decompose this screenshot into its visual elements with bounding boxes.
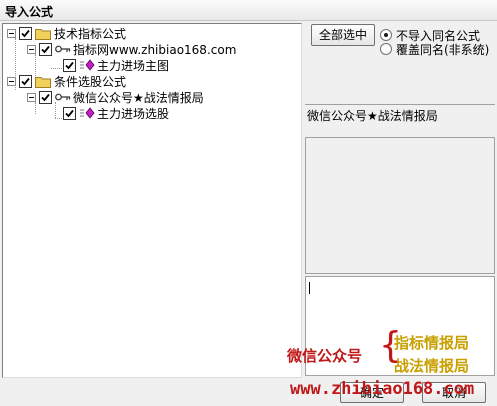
watermark-url: www.zhibiao168.com: [290, 379, 475, 399]
key-icon: [55, 45, 71, 53]
tree-node-screening-formula[interactable]: 主力进场选股: [63, 105, 169, 121]
overwrite-same-name-option[interactable]: 覆盖同名(非系统): [380, 42, 490, 57]
formula-tree[interactable]: 技术指标公式 指标网www.zhibiao168.com 主力进场主图 条件选股…: [2, 23, 302, 378]
collapse-toggle[interactable]: [27, 44, 36, 54]
node-checkbox[interactable]: [39, 90, 52, 104]
node-checkbox[interactable]: [19, 26, 32, 40]
title-bar: 导入公式: [0, 0, 497, 21]
watermark-wechat-label: 微信公众号: [287, 347, 363, 365]
text-caret: [309, 282, 310, 294]
node-label: 微信公众号★战法情报局: [73, 88, 204, 106]
formula-description-box: [305, 137, 495, 274]
folder-icon: [35, 76, 51, 88]
tree-node-wechat-account[interactable]: 微信公众号★战法情报局: [27, 88, 204, 106]
radio-button[interactable]: [380, 29, 392, 41]
tree-node-indicator-site[interactable]: 指标网www.zhibiao168.com: [27, 41, 236, 57]
import-formula-dialog: 导入公式 技术指标公式 指标网www.zhibiao168.com 主力进场主图…: [0, 0, 497, 406]
select-all-button[interactable]: 全部选中: [311, 24, 375, 46]
watermark-indicator-bureau: 指标情报局: [394, 334, 470, 352]
key-icon: [55, 93, 71, 101]
node-checkbox[interactable]: [63, 58, 76, 72]
option-label: 覆盖同名(非系统): [396, 42, 490, 57]
node-label: 主力进场主图: [97, 58, 170, 73]
collapse-toggle[interactable]: [7, 28, 16, 38]
node-label: 主力进场选股: [97, 106, 170, 121]
node-label: 条件选股公式: [54, 74, 127, 89]
tree-node-technical-indicators[interactable]: 技术指标公式: [7, 25, 126, 41]
node-label: 指标网www.zhibiao168.com: [73, 42, 237, 57]
node-label: 技术指标公式: [54, 26, 127, 41]
tree-node-stock-screening[interactable]: 条件选股公式: [7, 73, 126, 89]
collapse-toggle[interactable]: [7, 76, 16, 86]
dialog-title: 导入公式: [5, 5, 54, 19]
formula-icon: [80, 59, 95, 71]
watermark-tactics-bureau: 战法情报局: [394, 357, 470, 375]
radio-button[interactable]: [380, 43, 392, 55]
folder-icon: [35, 28, 51, 40]
collapse-toggle[interactable]: [27, 92, 36, 102]
formula-name-display: 微信公众号★战法情报局: [305, 104, 495, 137]
formula-icon: [80, 107, 95, 119]
node-checkbox[interactable]: [63, 106, 76, 120]
tree-node-main-chart-formula[interactable]: 主力进场主图: [63, 57, 169, 73]
node-checkbox[interactable]: [39, 42, 52, 56]
node-checkbox[interactable]: [19, 74, 32, 88]
